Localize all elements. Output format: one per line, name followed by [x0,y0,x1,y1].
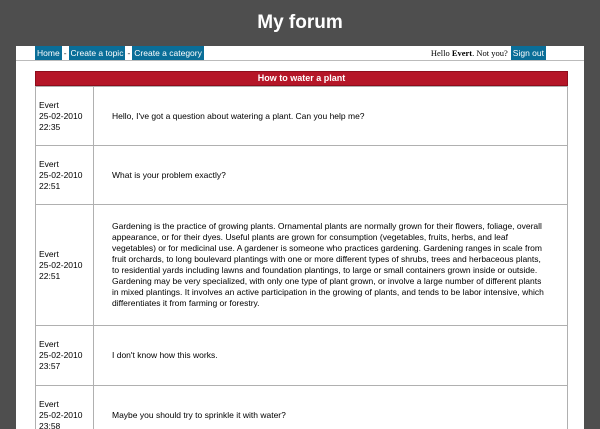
nav-separator: - [63,48,67,58]
menu-bar: Home - Create a topic - Create a categor… [16,46,584,60]
site-title: My forum [257,12,343,33]
main-nav: Home - Create a topic - Create a categor… [35,46,204,60]
post-author: Evert [39,158,59,169]
post-date: 25-02-2010 [39,259,83,270]
post-meta: Evert 25-02-2010 23:57 [36,326,94,385]
post-content: Maybe you should try to sprinkle it with… [112,409,286,420]
post-time: 23:58 [39,420,61,429]
post-time: 22:51 [39,270,61,281]
post-meta: Evert 25-02-2010 22:35 [36,87,94,145]
nav-create-topic-link[interactable]: Create a topic [68,46,126,60]
userbar-username: Evert [451,48,473,58]
userbar-not-you: . Not you? [472,48,508,58]
menu-divider [16,60,584,61]
post-time: 23:57 [39,361,61,371]
post-content: Hello, I've got a question about waterin… [112,110,365,121]
post-row: Evert 25-02-2010 22:51 What is your prob… [36,145,567,204]
post-row: Evert 25-02-2010 22:51 Gardening is the … [36,204,567,325]
post-author: Evert [39,398,59,409]
post-content: Gardening is the practice of growing pla… [112,221,544,308]
userbar-greeting: Hello [430,48,450,58]
topic-table: How to water a plant Evert 25-02-2010 22… [35,71,568,429]
post-row: Evert 25-02-2010 22:35 Hello, I've got a… [36,86,567,145]
nav-create-category-link[interactable]: Create a category [132,46,204,60]
topic-title: How to water a plant [35,71,568,86]
post-meta: Evert 25-02-2010 22:51 [36,146,94,204]
post-content: What is your problem exactly? [112,169,226,180]
userbar: Hello Evert. Not you? Sign out [431,46,546,60]
nav-separator: - [127,48,131,58]
post-time: 22:51 [39,180,61,191]
post-author: Evert [39,248,59,259]
post-author: Evert [39,339,59,349]
post-meta: Evert 25-02-2010 22:51 [36,205,94,325]
post-meta: Evert 25-02-2010 23:58 [36,386,94,429]
post-author: Evert [39,99,59,110]
nav-home-link[interactable]: Home [35,46,62,60]
content-wrapper: Home - Create a topic - Create a categor… [16,46,584,429]
post-row: Evert 25-02-2010 23:58 Maybe you should … [36,385,567,429]
post-time: 22:35 [39,121,61,132]
post-date: 25-02-2010 [39,350,83,360]
post-content: I don't know how this works. [112,350,218,360]
sign-out-button[interactable]: Sign out [510,46,546,60]
post-row: Evert 25-02-2010 23:57 I don't know how … [36,325,567,385]
post-date: 25-02-2010 [39,169,83,180]
post-date: 25-02-2010 [39,110,83,121]
post-date: 25-02-2010 [39,409,83,420]
